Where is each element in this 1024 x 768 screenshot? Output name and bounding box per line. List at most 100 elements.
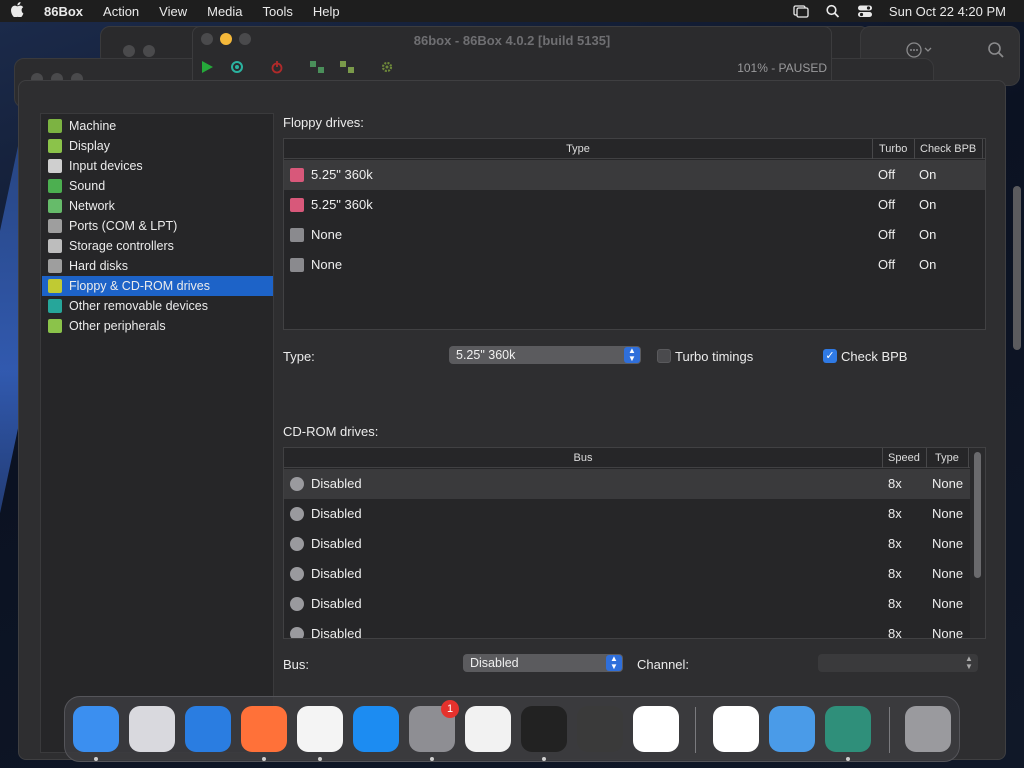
cdrom-type-cell: None: [932, 566, 964, 581]
visual-studio-icon[interactable]: [713, 706, 759, 752]
sidebar-item-peripherals[interactable]: Other peripherals: [42, 316, 273, 336]
table-row[interactable]: None Off On: [284, 250, 985, 280]
table-row[interactable]: Disabled 8x None: [284, 469, 970, 499]
floppy-column-check-bpb[interactable]: Check BPB: [915, 139, 983, 159]
play-icon[interactable]: [199, 60, 215, 74]
cdrom-table-header: Bus Speed Type: [284, 448, 985, 468]
turbo-timings-checkbox[interactable]: [657, 349, 671, 363]
removable-devices-icon: [48, 299, 62, 313]
sidebar-item-machine[interactable]: Machine: [42, 116, 273, 136]
cdrom-channel-select[interactable]: ▲ ▼: [818, 654, 978, 672]
cdrom-disabled-icon: [290, 507, 304, 521]
cdrom-disabled-icon: [290, 567, 304, 581]
finder-icon[interactable]: [73, 706, 119, 752]
table-row[interactable]: Disabled 8x None: [284, 499, 970, 529]
table-row[interactable]: 5.25" 360k Off On: [284, 160, 985, 190]
table-row[interactable]: 5.25" 360k Off On: [284, 190, 985, 220]
bus-label: Bus:: [283, 657, 310, 672]
system-settings-icon[interactable]: 1: [409, 700, 459, 752]
cdrom-scroll-thumb[interactable]: [974, 452, 981, 578]
launchpad-icon[interactable]: [129, 706, 175, 752]
menu-help[interactable]: Help: [303, 4, 350, 19]
check-bpb-checkbox[interactable]: ✓: [823, 349, 837, 363]
cdrom-bus-cell: Disabled: [311, 626, 362, 639]
dock: 1: [64, 696, 960, 762]
floppy-type-label: Type:: [283, 349, 315, 364]
sidebar-item-label: Display: [69, 139, 110, 153]
cdrom-column-speed[interactable]: Speed: [883, 448, 927, 468]
sidebar-item-storage-controllers[interactable]: Storage controllers: [42, 236, 273, 256]
menu-clock[interactable]: Sun Oct 22 4:20 PM: [889, 4, 1006, 19]
menu-media[interactable]: Media: [197, 4, 252, 19]
cdrom-type-cell: None: [932, 626, 964, 639]
cdrom-bus-select[interactable]: Disabled ▲ ▼: [463, 654, 623, 672]
safari-icon[interactable]: [185, 706, 231, 752]
spotlight-search-icon[interactable]: [825, 4, 841, 18]
running-indicator: [542, 757, 546, 761]
cdrom-table-scrollbar[interactable]: [970, 448, 985, 638]
sidebar-item-ports[interactable]: Ports (COM & LPT): [42, 216, 273, 236]
vscode-icon[interactable]: [633, 706, 679, 752]
page-scroll-thumb[interactable]: [1013, 186, 1021, 350]
sidebar-item-input-devices[interactable]: Input devices: [42, 156, 273, 176]
cdrom-column-type[interactable]: Type: [927, 448, 969, 468]
settings-icon[interactable]: [379, 60, 395, 74]
more-options-icon: [905, 41, 935, 59]
peripherals-icon: [48, 319, 62, 333]
settings-dialog: Machine Display Input devices Sound Network P…: [18, 80, 1006, 760]
floppy-empty-icon: [290, 258, 304, 272]
sidebar-item-label: Input devices: [69, 159, 143, 173]
app-store-icon[interactable]: [353, 706, 399, 752]
menu-tools[interactable]: Tools: [253, 4, 303, 19]
running-indicator: [318, 757, 322, 761]
sidebar-item-hard-disks[interactable]: Hard disks: [42, 256, 273, 276]
trash-icon[interactable]: [905, 706, 951, 752]
sidebar-item-network[interactable]: Network: [42, 196, 273, 216]
power-icon[interactable]: [269, 60, 285, 74]
cdrom-type-cell: None: [932, 476, 964, 491]
table-row[interactable]: Disabled 8x None: [284, 619, 970, 639]
weather-icon[interactable]: [769, 706, 815, 752]
floppy-check-bpb-cell: On: [919, 197, 937, 212]
sidebar-item-sound[interactable]: Sound: [42, 176, 273, 196]
sidebar-item-label: Other peripherals: [69, 319, 166, 333]
table-row[interactable]: Disabled 8x None: [284, 529, 970, 559]
garageband-icon[interactable]: [577, 706, 623, 752]
cdrom-speed-cell: 8x: [888, 596, 902, 611]
control-center-icon[interactable]: [857, 4, 873, 18]
floppy-turbo-cell: Off: [878, 167, 896, 182]
terminal-icon[interactable]: [521, 706, 567, 752]
cdrom-bus-cell: Disabled: [311, 566, 362, 581]
table-row[interactable]: Disabled 8x None: [284, 589, 970, 619]
screen-mirroring-icon[interactable]: [793, 4, 809, 18]
sidebar-item-label: Machine: [69, 119, 117, 133]
table-row[interactable]: None Off On: [284, 220, 985, 250]
cdrom-column-bus[interactable]: Bus: [284, 448, 883, 468]
sound-icon: [48, 179, 62, 193]
reset-icon[interactable]: [229, 60, 245, 74]
menu-action[interactable]: Action: [93, 4, 149, 19]
firefox-icon[interactable]: [241, 706, 287, 752]
cdrom-bus-cell: Disabled: [311, 596, 362, 611]
sidebar-item-display[interactable]: Display: [42, 136, 273, 156]
emulator-window: 86box - 86Box 4.0.2 [build 5135] 101% - …: [192, 26, 832, 82]
ctrl-alt-esc-icon[interactable]: [339, 60, 355, 74]
sidebar-item-removable-devices[interactable]: Other removable devices: [42, 296, 273, 316]
floppy-column-turbo[interactable]: Turbo: [873, 139, 915, 159]
cdrom-disabled-icon: [290, 477, 304, 491]
ctrl-alt-del-icon[interactable]: [309, 60, 325, 74]
chrome-icon[interactable]: [297, 706, 343, 752]
menu-view[interactable]: View: [149, 4, 197, 19]
sidebar-item-floppy-cdrom[interactable]: Floppy & CD-ROM drives: [42, 276, 273, 296]
running-indicator: [94, 757, 98, 761]
table-row[interactable]: Disabled 8x None: [284, 559, 970, 589]
floppy-type-select[interactable]: 5.25" 360k ▲ ▼: [449, 346, 641, 364]
floppy-column-type[interactable]: Type: [284, 139, 873, 159]
textedit-icon[interactable]: [465, 706, 511, 752]
menu-app-name[interactable]: 86Box: [34, 4, 93, 19]
apple-menu-icon[interactable]: [0, 1, 34, 21]
hard-disks-icon: [48, 259, 62, 273]
86box-icon[interactable]: [825, 706, 871, 752]
running-indicator: [846, 757, 850, 761]
cdrom-speed-cell: 8x: [888, 506, 902, 521]
